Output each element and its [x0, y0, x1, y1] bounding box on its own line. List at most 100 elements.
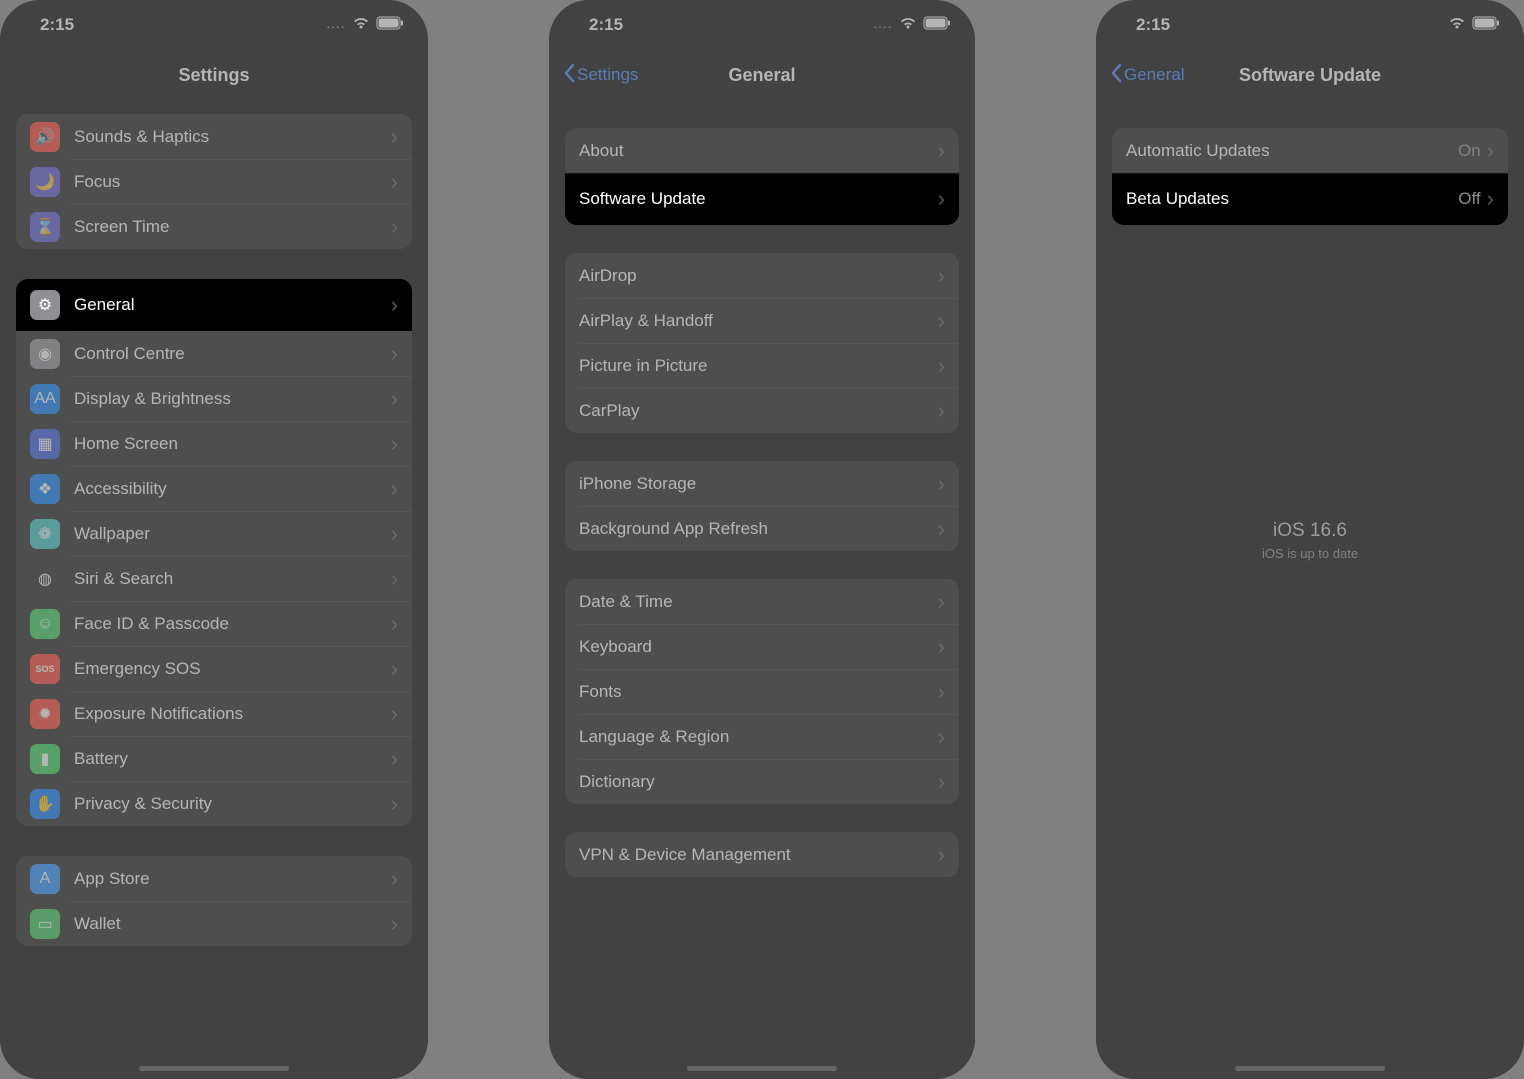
row-label: App Store	[74, 869, 391, 889]
battery-icon	[376, 15, 404, 35]
accessibility-icon: ❖	[30, 474, 60, 504]
row-display-brightness[interactable]: AADisplay & Brightness›	[16, 376, 412, 421]
chevron-right-icon: ›	[1487, 188, 1494, 210]
row-about[interactable]: About›	[565, 128, 959, 173]
chevron-right-icon: ›	[1487, 140, 1494, 162]
row-keyboard[interactable]: Keyboard›	[565, 624, 959, 669]
faceid-icon: ☺	[30, 609, 60, 639]
battery-icon: ▮	[30, 744, 60, 774]
display-icon: AA	[30, 384, 60, 414]
status-time: 2:15	[1136, 15, 1170, 35]
row-focus[interactable]: 🌙Focus›	[16, 159, 412, 204]
row-label: CarPlay	[579, 401, 938, 421]
general-group-1: About›Software Update›	[565, 128, 959, 225]
status-bar: 2:15 ....	[0, 0, 428, 50]
row-label: Focus	[74, 172, 391, 192]
row-language-region[interactable]: Language & Region›	[565, 714, 959, 759]
chevron-right-icon: ›	[938, 400, 945, 422]
row-emergency-sos[interactable]: SOSEmergency SOS›	[16, 646, 412, 691]
row-wallet[interactable]: ▭Wallet›	[16, 901, 412, 946]
chevron-right-icon: ›	[938, 681, 945, 703]
chevron-right-icon: ›	[938, 310, 945, 332]
chevron-right-icon: ›	[391, 658, 398, 680]
row-wallpaper[interactable]: ❁Wallpaper›	[16, 511, 412, 556]
row-label: Battery	[74, 749, 391, 769]
settings-group-3: AApp Store› ▭ Wallet ›	[16, 856, 412, 946]
row-airdrop[interactable]: AirDrop›	[565, 253, 959, 298]
home-indicator[interactable]	[139, 1066, 289, 1071]
row-control-centre[interactable]: ◉Control Centre›	[16, 331, 412, 376]
chevron-right-icon: ›	[391, 568, 398, 590]
row-airplay-handoff[interactable]: AirPlay & Handoff›	[565, 298, 959, 343]
row-label: Dictionary	[579, 772, 938, 792]
chevron-right-icon: ›	[391, 294, 398, 316]
home-screen-icon: ▦	[30, 429, 60, 459]
row-general[interactable]: ⚙General›	[16, 279, 412, 331]
row-label: Exposure Notifications	[74, 704, 391, 724]
home-indicator[interactable]	[687, 1066, 837, 1071]
row-label: Wallet	[74, 914, 391, 934]
back-label: General	[1124, 65, 1184, 85]
row-screen-time[interactable]: ⌛Screen Time›	[16, 204, 412, 249]
chevron-right-icon: ›	[938, 591, 945, 613]
wifi-icon	[1448, 15, 1466, 35]
wallpaper-icon: ❁	[30, 519, 60, 549]
update-status: iOS 16.6 iOS is up to date	[1096, 520, 1524, 561]
wifi-icon	[352, 15, 370, 35]
row-label: Date & Time	[579, 592, 938, 612]
ios-version: iOS 16.6	[1096, 520, 1524, 542]
row-label: About	[579, 141, 938, 161]
row-exposure-notifications[interactable]: ✹Exposure Notifications›	[16, 691, 412, 736]
home-indicator[interactable]	[1235, 1066, 1385, 1071]
back-button[interactable]: General	[1110, 63, 1184, 88]
chevron-right-icon: ›	[391, 433, 398, 455]
row-app-store[interactable]: AApp Store›	[16, 856, 412, 901]
row-carplay[interactable]: CarPlay›	[565, 388, 959, 433]
row-background-app-refresh[interactable]: Background App Refresh›	[565, 506, 959, 551]
chevron-right-icon: ›	[391, 388, 398, 410]
row-face-id-passcode[interactable]: ☺Face ID & Passcode›	[16, 601, 412, 646]
row-label: Automatic Updates	[1126, 141, 1458, 161]
row-picture-in-picture[interactable]: Picture in Picture›	[565, 343, 959, 388]
row-label: Privacy & Security	[74, 794, 391, 814]
general-group-3: iPhone Storage›Background App Refresh›	[565, 461, 959, 551]
row-label: Wallpaper	[74, 524, 391, 544]
row-automatic-updates[interactable]: Automatic UpdatesOn›	[1112, 128, 1508, 173]
chevron-right-icon: ›	[938, 355, 945, 377]
chevron-right-icon: ›	[938, 188, 945, 210]
row-label: Emergency SOS	[74, 659, 391, 679]
chevron-right-icon: ›	[391, 478, 398, 500]
row-iphone-storage[interactable]: iPhone Storage›	[565, 461, 959, 506]
row-sounds-haptics[interactable]: 🔊Sounds & Haptics›	[16, 114, 412, 159]
row-accessibility[interactable]: ❖Accessibility›	[16, 466, 412, 511]
row-date-time[interactable]: Date & Time›	[565, 579, 959, 624]
row-fonts[interactable]: Fonts›	[565, 669, 959, 714]
row-label: Software Update	[579, 189, 938, 209]
row-siri-search[interactable]: ◍ Siri & Search›	[16, 556, 412, 601]
general-group-5: VPN & Device Management›	[565, 832, 959, 877]
chevron-right-icon: ›	[938, 771, 945, 793]
row-label: Sounds & Haptics	[74, 127, 391, 147]
row-privacy-security[interactable]: ✋Privacy & Security›	[16, 781, 412, 826]
general-group-4: Date & Time›Keyboard›Fonts›Language & Re…	[565, 579, 959, 804]
row-vpn-device-management[interactable]: VPN & Device Management›	[565, 832, 959, 877]
row-label: Siri & Search	[74, 569, 391, 589]
row-label: Background App Refresh	[579, 519, 938, 539]
software-update-screen: 2:15 General Software Update Automatic U…	[1096, 0, 1524, 1079]
row-home-screen[interactable]: ▦Home Screen›	[16, 421, 412, 466]
chevron-right-icon: ›	[938, 518, 945, 540]
chevron-right-icon: ›	[938, 265, 945, 287]
row-battery[interactable]: ▮Battery›	[16, 736, 412, 781]
chevron-right-icon: ›	[938, 636, 945, 658]
chevron-right-icon: ›	[391, 216, 398, 238]
general-group-2: AirDrop›AirPlay & Handoff›Picture in Pic…	[565, 253, 959, 433]
row-dictionary[interactable]: Dictionary›	[565, 759, 959, 804]
control-centre-icon: ◉	[30, 339, 60, 369]
row-software-update[interactable]: Software Update›	[565, 173, 959, 225]
wallet-icon: ▭	[30, 909, 60, 939]
back-button[interactable]: Settings	[563, 63, 638, 88]
row-beta-updates[interactable]: Beta UpdatesOff›	[1112, 173, 1508, 225]
chevron-right-icon: ›	[391, 613, 398, 635]
siri-icon: ◍	[30, 564, 60, 594]
chevron-right-icon: ›	[391, 868, 398, 890]
